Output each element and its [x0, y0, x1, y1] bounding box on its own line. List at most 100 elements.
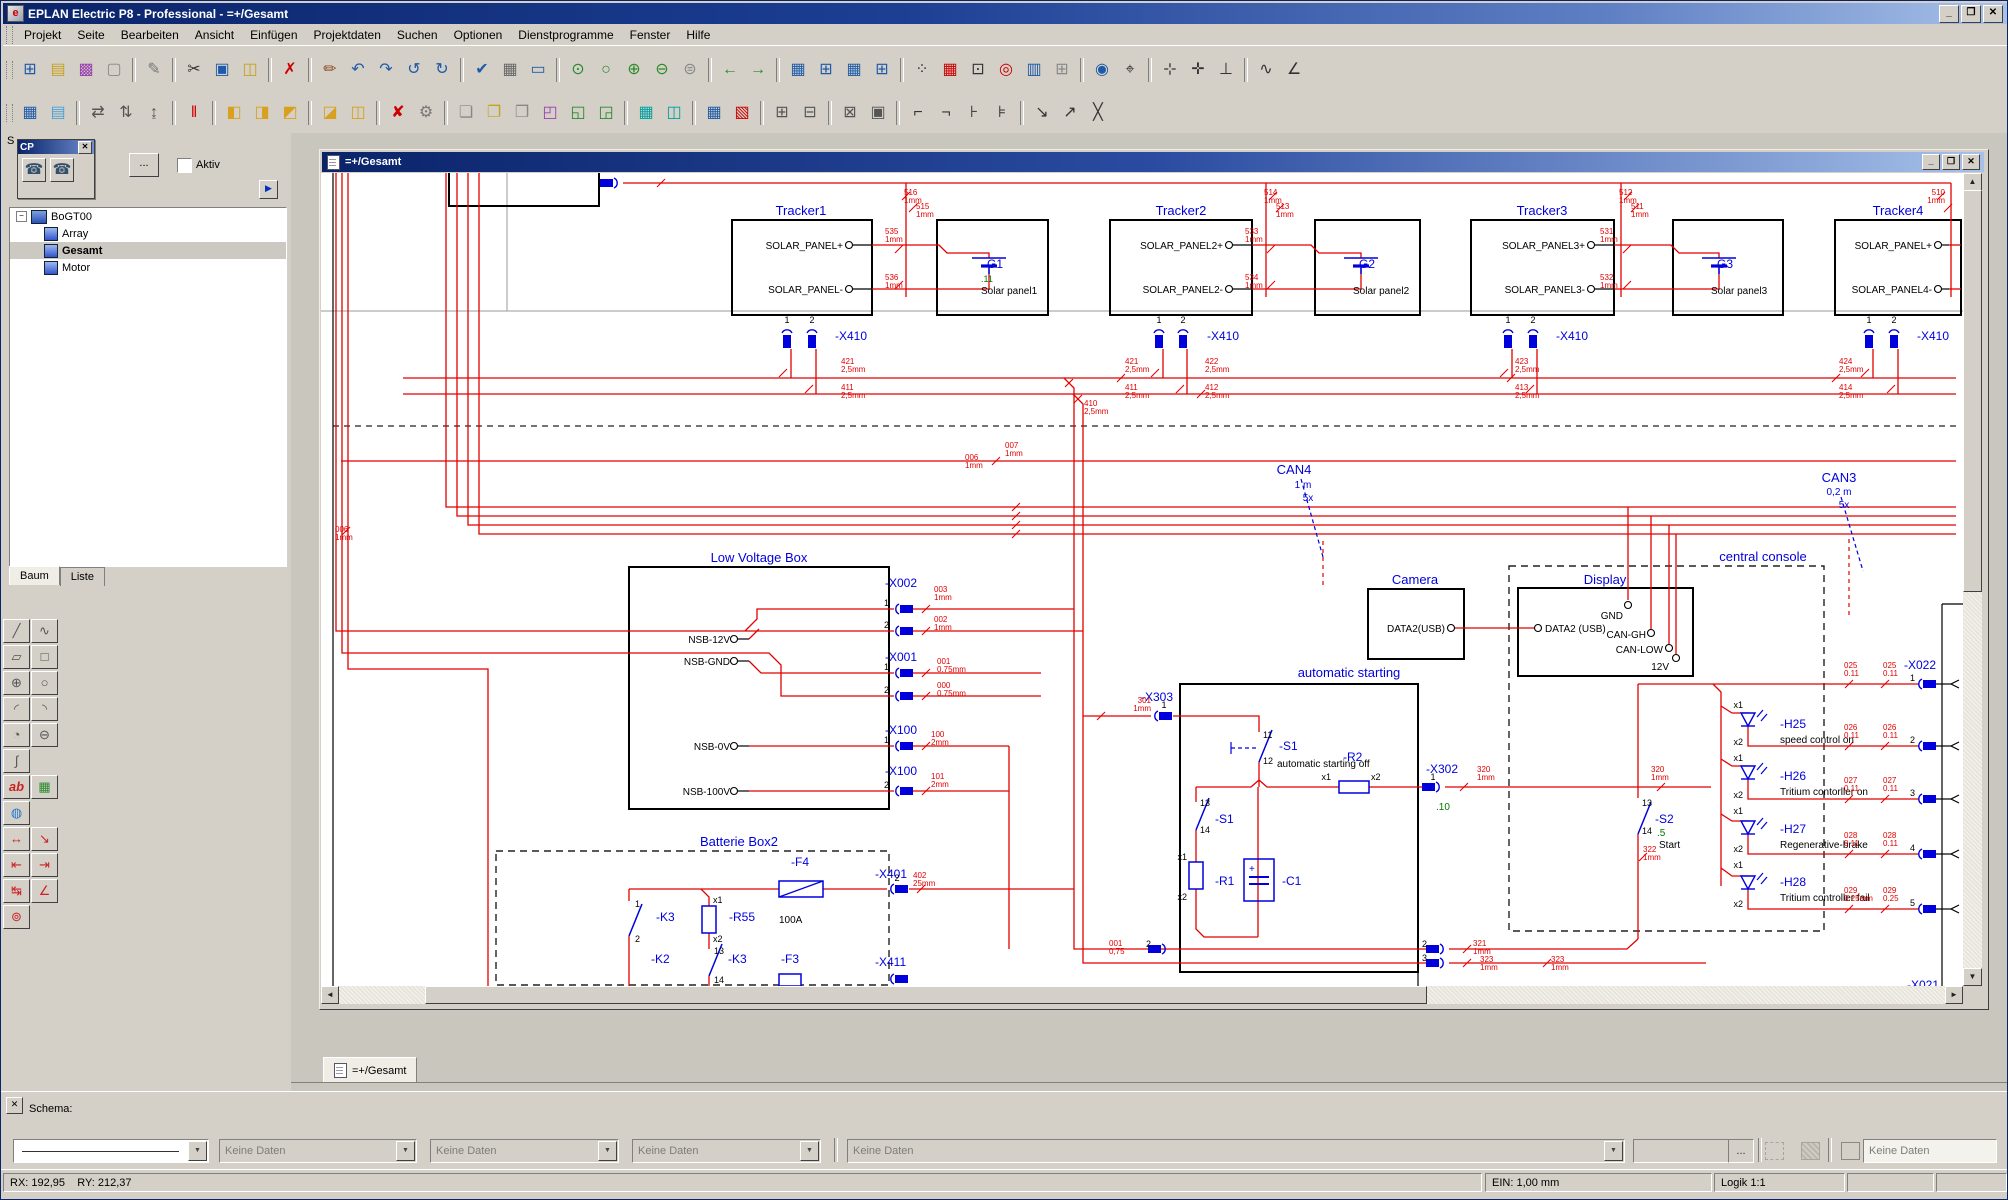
draw-tool-icon-17[interactable]: ↘	[31, 827, 58, 851]
tb1-icon-49[interactable]: ⊥	[1212, 56, 1240, 84]
tb1-icon-41[interactable]: ▥	[1020, 56, 1048, 84]
chevron-down-icon[interactable]: ▼	[188, 1141, 207, 1161]
tree-item-motor[interactable]: Motor	[10, 259, 286, 276]
tb2-icon-38[interactable]: ⌐	[904, 99, 932, 127]
tb2-icon-16[interactable]: ✘	[384, 99, 412, 127]
maximize-button[interactable]: ❐	[1961, 5, 1981, 23]
tb1-icon-34[interactable]: ▦	[840, 56, 868, 84]
tb1-icon-44[interactable]: ◉	[1088, 56, 1116, 84]
tb2-icon-1[interactable]: ▤	[44, 99, 72, 127]
tab-liste[interactable]: Liste	[60, 567, 105, 586]
tb1-icon-3[interactable]: ▢	[100, 56, 128, 84]
browse-button[interactable]: ...	[129, 153, 159, 177]
cp-close-icon[interactable]: ✕	[78, 141, 92, 154]
tb2-icon-39[interactable]: ¬	[932, 99, 960, 127]
data-field-2[interactable]: Keine Daten	[1863, 1139, 1997, 1163]
hatch-rect-icon[interactable]	[1801, 1142, 1820, 1160]
line-style-combo[interactable]: ▼	[13, 1139, 209, 1163]
draw-tool-icon-2[interactable]: ▱	[3, 645, 30, 669]
tb1-icon-47[interactable]: ⊹	[1156, 56, 1184, 84]
draw-tool-icon-20[interactable]: ↹	[3, 879, 30, 903]
tb1-icon-21[interactable]: ▭	[524, 56, 552, 84]
draw-tool-icon-13[interactable]: ▦	[31, 775, 58, 799]
doc-minimize-button[interactable]: _	[1922, 154, 1940, 170]
tb1-icon-24[interactable]: ○	[592, 56, 620, 84]
tb2-icon-14[interactable]: ◫	[344, 99, 372, 127]
tb2-icon-40[interactable]: ⊦	[960, 99, 988, 127]
aktiv-checkbox[interactable]	[177, 158, 192, 173]
menubar-handle[interactable]	[6, 26, 13, 44]
draw-tool-icon-22[interactable]: ⊚	[3, 905, 30, 929]
chevron-down-icon[interactable]: ▼	[598, 1141, 617, 1161]
tb1-icon-19[interactable]: ✔	[468, 56, 496, 84]
vertical-scroll-thumb[interactable]	[1963, 190, 1982, 592]
menu-optionen[interactable]: Optionen	[446, 25, 511, 45]
schematic-canvas[interactable]: Tracker1Tracker2Tracker3Tracker4SOLAR_PA…	[321, 173, 1963, 986]
tb2-icon-44[interactable]: ↗	[1056, 99, 1084, 127]
tb1-icon-45[interactable]: ⌖	[1116, 56, 1144, 84]
tb2-icon-23[interactable]: ◱	[564, 99, 592, 127]
tb2-icon-21[interactable]: ❒	[508, 99, 536, 127]
data-combo-1[interactable]: Keine Daten ▼	[219, 1139, 417, 1163]
draw-tool-icon-3[interactable]: □	[31, 645, 58, 669]
collapse-icon[interactable]: −	[16, 211, 27, 222]
tb2-icon-17[interactable]: ⚙	[412, 99, 440, 127]
tb1-icon-27[interactable]: ⊜	[676, 56, 704, 84]
draw-tool-icon-5[interactable]: ○	[31, 671, 58, 695]
draw-tool-icon-18[interactable]: ⇤	[3, 853, 30, 877]
tb1-icon-15[interactable]: ↷	[372, 56, 400, 84]
menu-dienstprogramme[interactable]: Dienstprogramme	[510, 25, 621, 45]
tb1-icon-11[interactable]: ✗	[276, 56, 304, 84]
doc-maximize-button[interactable]: ❐	[1942, 154, 1960, 170]
doc-close-button[interactable]: ✕	[1962, 154, 1980, 170]
menu-hilfe[interactable]: Hilfe	[678, 25, 718, 45]
tb1-icon-52[interactable]: ∠	[1280, 56, 1308, 84]
tb2-icon-4[interactable]: ⇅	[112, 99, 140, 127]
tb2-icon-27[interactable]: ◫	[660, 99, 688, 127]
cp-titlebar[interactable]: CP ✕	[18, 140, 94, 154]
tb2-icon-35[interactable]: ⊠	[836, 99, 864, 127]
tb2-icon-36[interactable]: ▣	[864, 99, 892, 127]
tb1-icon-16[interactable]: ↺	[400, 56, 428, 84]
minimize-button[interactable]: _	[1939, 5, 1959, 23]
draw-tool-icon-19[interactable]: ⇥	[31, 853, 58, 877]
tb1-icon-5[interactable]: ✎	[140, 56, 168, 84]
tb1-icon-30[interactable]: →	[744, 56, 772, 84]
tb1-icon-1[interactable]: ▤	[44, 56, 72, 84]
tb1-icon-33[interactable]: ⊞	[812, 56, 840, 84]
tb1-icon-2[interactable]: ▩	[72, 56, 100, 84]
tb2-icon-33[interactable]: ⊟	[796, 99, 824, 127]
tb1-icon-23[interactable]: ⊙	[564, 56, 592, 84]
toolbar1-handle[interactable]	[6, 61, 13, 79]
tb2-icon-3[interactable]: ⇄	[84, 99, 112, 127]
play-button[interactable]: ▶	[259, 180, 278, 199]
tb2-icon-13[interactable]: ◪	[316, 99, 344, 127]
tree-item-array[interactable]: Array	[10, 225, 286, 242]
tb1-icon-37[interactable]: ⁘	[908, 56, 936, 84]
draw-tool-icon-9[interactable]: ⊖	[31, 723, 58, 747]
tb1-icon-35[interactable]: ⊞	[868, 56, 896, 84]
tb2-icon-24[interactable]: ◲	[592, 99, 620, 127]
frame-rect-icon[interactable]	[1841, 1142, 1860, 1160]
chevron-down-icon[interactable]: ▼	[800, 1141, 819, 1161]
tb2-icon-22[interactable]: ◰	[536, 99, 564, 127]
scroll-left-icon[interactable]: ◄	[321, 986, 339, 1004]
value-field[interactable]	[1633, 1139, 1729, 1163]
draw-tool-icon-14[interactable]: ◍	[3, 801, 30, 825]
tb2-icon-32[interactable]: ⊞	[768, 99, 796, 127]
scroll-up-icon[interactable]: ▲	[1963, 173, 1982, 191]
browse-dots-button[interactable]: ...	[1728, 1139, 1754, 1163]
tree-root[interactable]: −BoGT00	[10, 208, 286, 225]
tb2-icon-10[interactable]: ◨	[248, 99, 276, 127]
draw-tool-icon-0[interactable]: ╱	[3, 619, 30, 643]
draw-tool-icon-7[interactable]: ◝	[31, 697, 58, 721]
project-tree[interactable]: −BoGT00ArrayGesamtMotor	[9, 207, 287, 567]
cp-mini-window[interactable]: CP ✕ ☎ ☎	[17, 139, 95, 199]
tb1-icon-25[interactable]: ⊕	[620, 56, 648, 84]
tb2-icon-0[interactable]: ▦	[16, 99, 44, 127]
tb1-icon-39[interactable]: ⊡	[964, 56, 992, 84]
tb1-icon-13[interactable]: ✏	[316, 56, 344, 84]
toolbar2-handle[interactable]	[6, 104, 13, 122]
tab-baum[interactable]: Baum	[9, 566, 60, 585]
tb1-icon-20[interactable]: ▦	[496, 56, 524, 84]
